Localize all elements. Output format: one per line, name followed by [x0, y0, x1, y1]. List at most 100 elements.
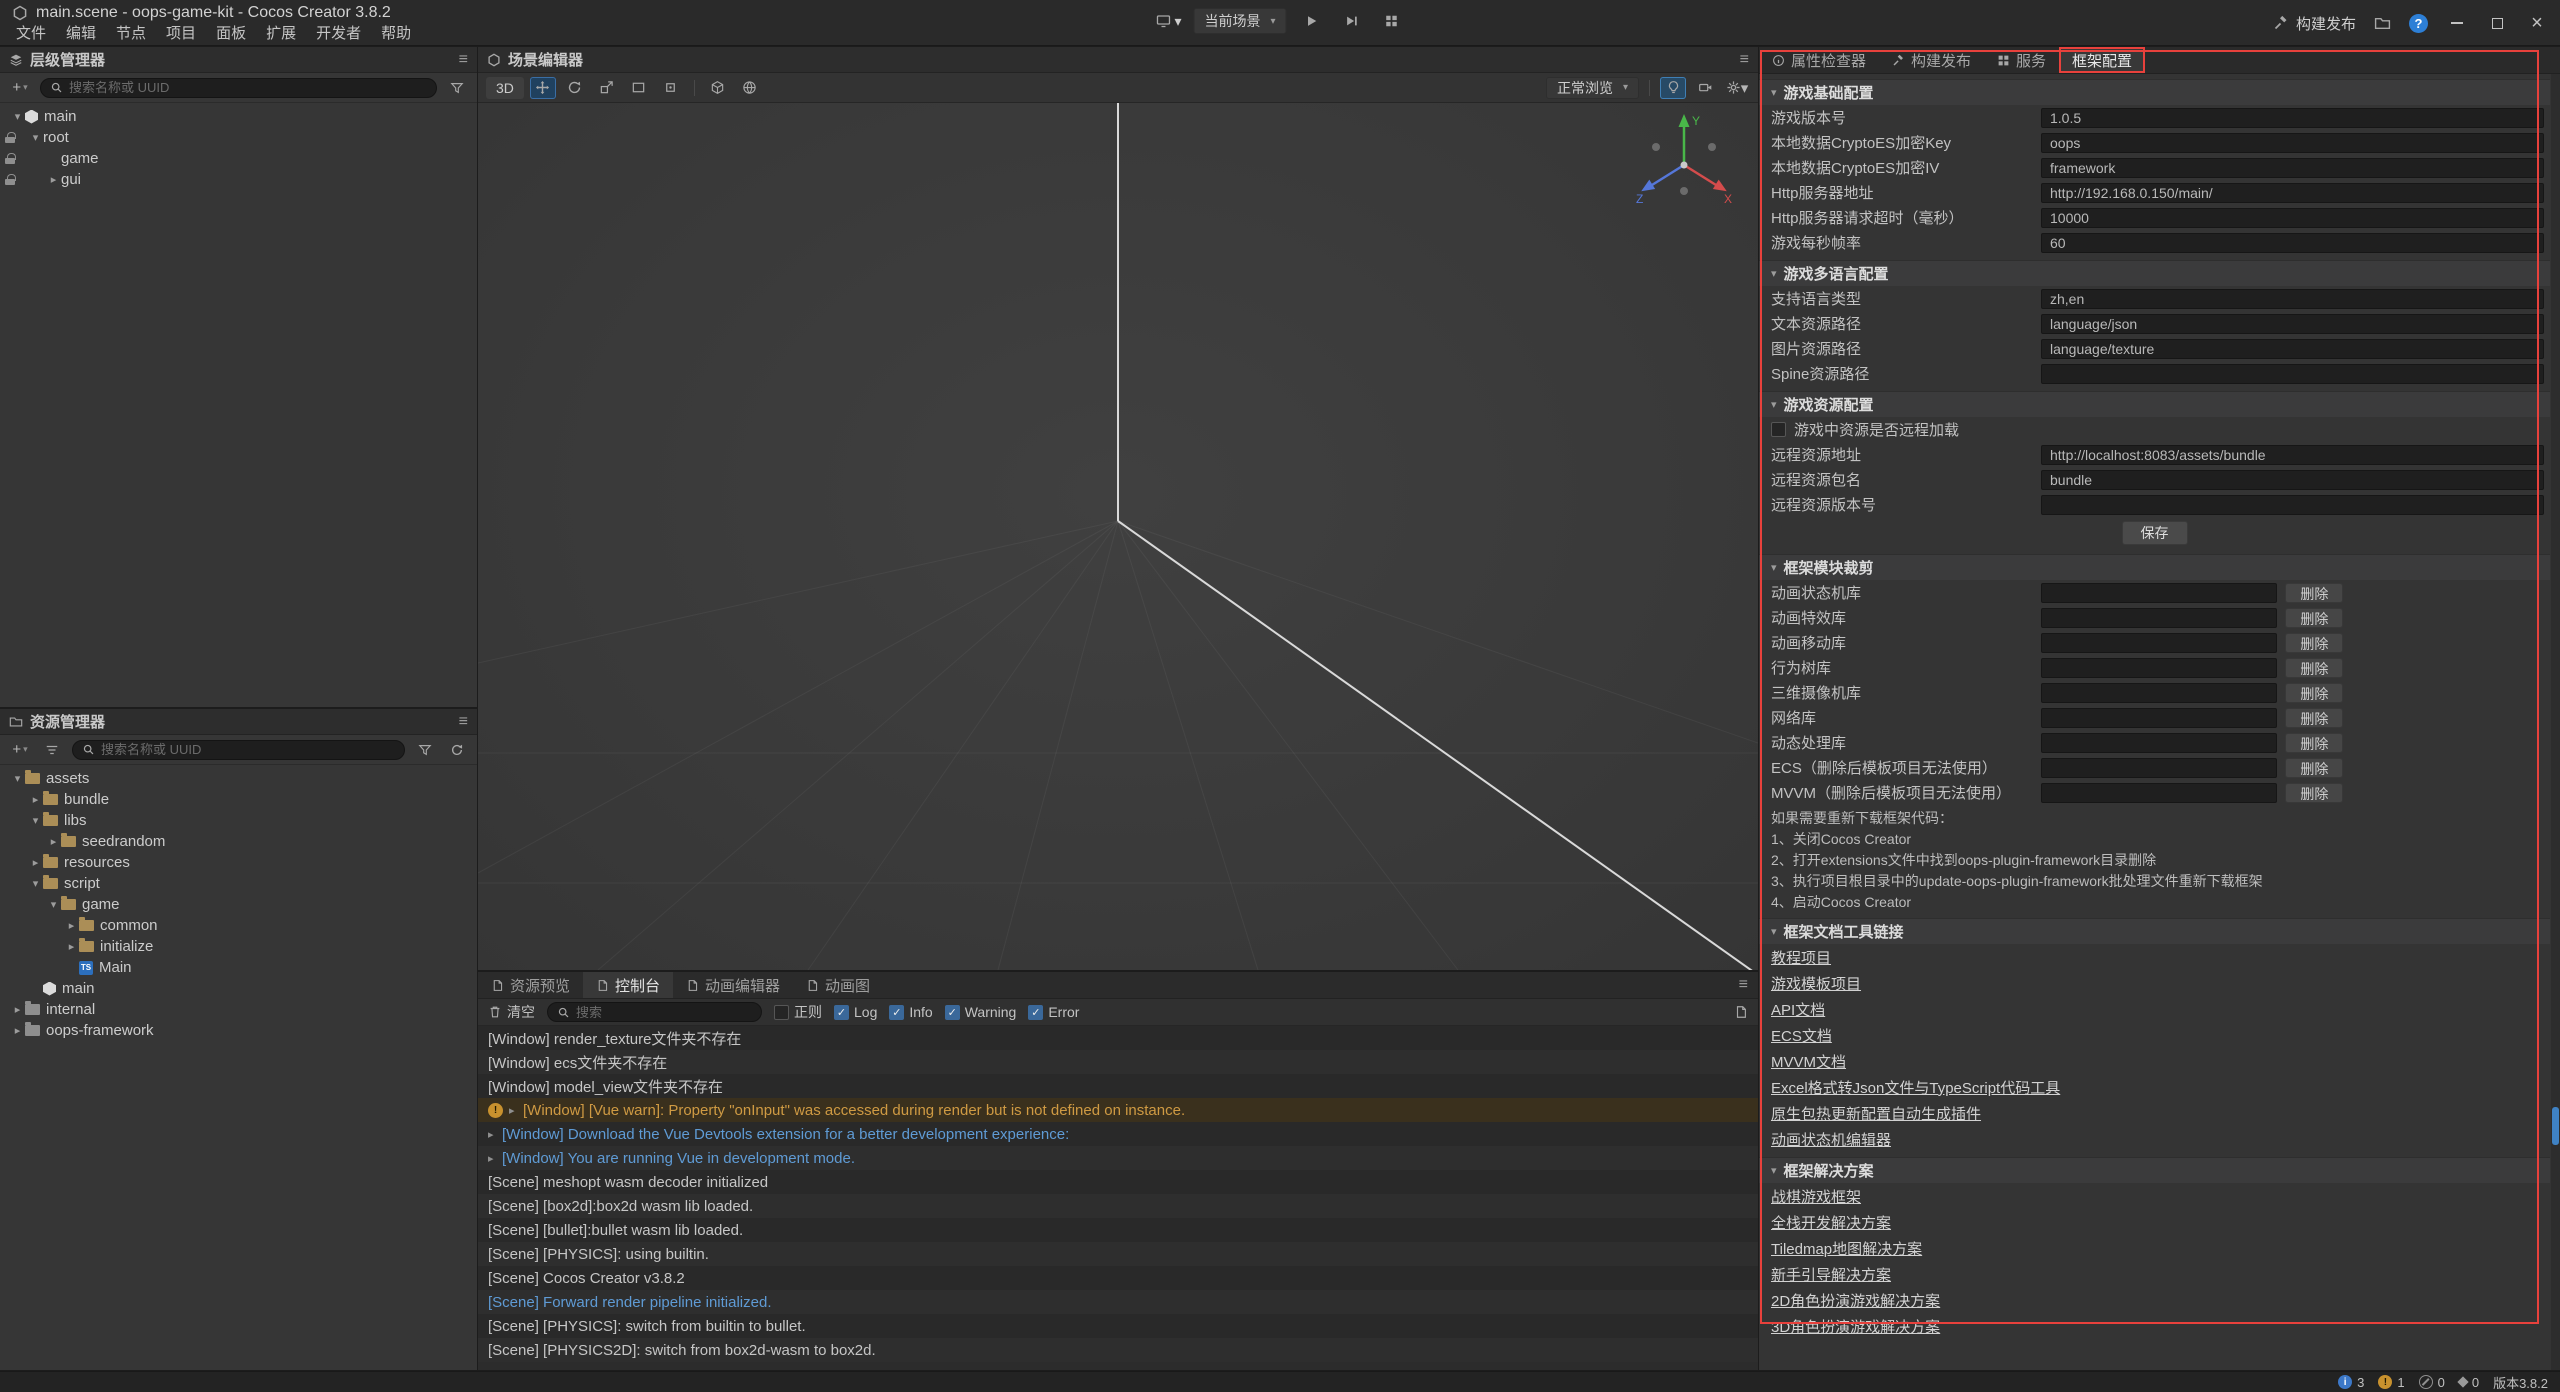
tree-node[interactable]: root: [0, 127, 477, 148]
menu-item[interactable]: 节点: [106, 24, 156, 44]
checkbox-checked-icon[interactable]: [889, 1005, 904, 1020]
inspector-scrollbar[interactable]: [2551, 74, 2560, 1370]
expand-arrow-icon[interactable]: [46, 173, 61, 186]
field-input[interactable]: [2041, 108, 2544, 128]
log-row[interactable]: ! ▸ [Window] model_view文件夹不存在: [478, 1074, 1758, 1098]
regex-toggle[interactable]: 正则: [774, 1002, 822, 1022]
folder-icon[interactable]: [2374, 15, 2391, 32]
tab-framework-config[interactable]: 框架配置: [2059, 47, 2145, 73]
log-filter-toggle[interactable]: Error: [1028, 1004, 1079, 1020]
field-input[interactable]: [2041, 339, 2544, 359]
module-path-input[interactable]: [2041, 733, 2277, 753]
module-path-input[interactable]: [2041, 658, 2277, 678]
section-basic-config[interactable]: ▾ 游戏基础配置: [1759, 79, 2550, 105]
solution-link[interactable]: 3D角色扮演游戏解决方案: [1771, 1316, 1940, 1337]
expand-arrow-icon[interactable]: [28, 814, 43, 827]
warning-counter[interactable]: ! 1: [2378, 1375, 2404, 1390]
console-search-input[interactable]: [576, 1005, 752, 1020]
section-doc-links[interactable]: ▾ 框架文档工具链接: [1759, 918, 2550, 944]
tree-node[interactable]: Main: [0, 957, 477, 978]
console-tab[interactable]: 控制台: [583, 972, 673, 998]
asset-counter[interactable]: 0: [2459, 1375, 2479, 1390]
scale-tool-button[interactable]: [594, 77, 620, 99]
log-row[interactable]: ! ▸ [Window] ecs文件夹不存在: [478, 1050, 1758, 1074]
solution-link[interactable]: 新手引导解决方案: [1771, 1264, 1891, 1285]
field-input[interactable]: [2041, 495, 2544, 515]
3d-toggle-button[interactable]: 3D: [486, 77, 524, 99]
filter-button[interactable]: [413, 740, 437, 760]
module-path-input[interactable]: [2041, 683, 2277, 703]
info-counter[interactable]: i 3: [2338, 1375, 2364, 1390]
menu-item[interactable]: 扩展: [256, 24, 306, 44]
section-solutions[interactable]: ▾ 框架解决方案: [1759, 1157, 2550, 1183]
checkbox-checked-icon[interactable]: [1028, 1005, 1043, 1020]
menu-item[interactable]: 文件: [6, 24, 56, 44]
doc-link[interactable]: 原生包热更新配置自动生成插件: [1771, 1103, 1981, 1124]
add-asset-button[interactable]: +▾: [8, 740, 32, 760]
filter-button[interactable]: [445, 78, 469, 98]
tree-node[interactable]: resources: [0, 852, 477, 873]
expand-caret-icon[interactable]: ▸: [488, 1152, 502, 1165]
expand-arrow-icon[interactable]: [28, 877, 43, 890]
tree-node[interactable]: bundle: [0, 789, 477, 810]
preview-target-button[interactable]: ▾: [1153, 8, 1183, 34]
sort-button[interactable]: [40, 740, 64, 760]
tree-node[interactable]: main: [0, 106, 477, 127]
add-node-button[interactable]: +▾: [8, 78, 32, 98]
module-path-input[interactable]: [2041, 633, 2277, 653]
log-row[interactable]: ! ▸ [Window] Download the Vue Devtools e…: [478, 1122, 1758, 1146]
doc-link[interactable]: Excel格式转Json文件与TypeScript代码工具: [1771, 1077, 2060, 1098]
delete-button[interactable]: 删除: [2285, 758, 2343, 778]
log-row[interactable]: ! ▸ [Window] You are running Vue in deve…: [478, 1146, 1758, 1170]
tree-node[interactable]: initialize: [0, 936, 477, 957]
panel-menu-icon[interactable]: ≡: [1739, 976, 1748, 994]
assets-search-input[interactable]: [101, 742, 395, 757]
doc-link[interactable]: MVVM文档: [1771, 1051, 1846, 1072]
lock-icon[interactable]: [5, 132, 15, 144]
menu-item[interactable]: 项目: [156, 24, 206, 44]
pivot-toggle-button[interactable]: [705, 77, 731, 99]
expand-arrow-icon[interactable]: [46, 898, 61, 911]
delete-button[interactable]: 删除: [2285, 683, 2343, 703]
step-button[interactable]: [1337, 8, 1367, 34]
coordinate-toggle-button[interactable]: [737, 77, 763, 99]
menu-item[interactable]: 开发者: [306, 24, 371, 44]
log-row[interactable]: ! ▸ [Scene] Cocos Creator v3.8.2: [478, 1266, 1758, 1290]
delete-button[interactable]: 删除: [2285, 783, 2343, 803]
module-path-input[interactable]: [2041, 758, 2277, 778]
rect-tool-button[interactable]: [626, 77, 652, 99]
solution-link[interactable]: 战棋游戏框架: [1771, 1186, 1861, 1207]
view-mode-dropdown[interactable]: 正常浏览 ▾: [1546, 77, 1639, 99]
close-button[interactable]: ×: [2526, 12, 2548, 34]
solution-link[interactable]: 2D角色扮演游戏解决方案: [1771, 1290, 1940, 1311]
rotate-tool-button[interactable]: [562, 77, 588, 99]
expand-arrow-icon[interactable]: [10, 1003, 25, 1016]
log-row[interactable]: ! ▸ [Scene] [box2d]:box2d wasm lib loade…: [478, 1194, 1758, 1218]
delete-button[interactable]: 删除: [2285, 708, 2343, 728]
maximize-button[interactable]: [2486, 12, 2508, 34]
expand-arrow-icon[interactable]: [28, 131, 43, 144]
field-input[interactable]: [2041, 445, 2544, 465]
solution-link[interactable]: Tiledmap地图解决方案: [1771, 1238, 1922, 1259]
console-tab[interactable]: 资源预览: [478, 972, 583, 998]
console-tab[interactable]: 动画编辑器: [673, 972, 793, 998]
scene-settings-button[interactable]: ▾: [1724, 77, 1750, 99]
remote-load-checkbox[interactable]: [1771, 422, 1786, 437]
tree-node[interactable]: common: [0, 915, 477, 936]
scene-light-button[interactable]: [1660, 77, 1686, 99]
tab-property-inspector[interactable]: 属性检查器: [1759, 47, 1879, 73]
expand-arrow-icon[interactable]: [64, 940, 79, 953]
delete-button[interactable]: 删除: [2285, 733, 2343, 753]
module-path-input[interactable]: [2041, 708, 2277, 728]
doc-link[interactable]: 教程项目: [1771, 947, 1831, 968]
field-input[interactable]: [2041, 314, 2544, 334]
tree-node[interactable]: script: [0, 873, 477, 894]
log-row[interactable]: ! ▸ [Scene] [PHYSICS2D]: switch from box…: [478, 1338, 1758, 1362]
module-path-input[interactable]: [2041, 583, 2277, 603]
field-input[interactable]: [2041, 470, 2544, 490]
save-button[interactable]: 保存: [2122, 521, 2188, 545]
log-row[interactable]: ! ▸ [Window] render_texture文件夹不存在: [478, 1026, 1758, 1050]
menu-item[interactable]: 帮助: [371, 24, 421, 44]
panel-menu-icon[interactable]: ≡: [1740, 51, 1749, 69]
tab-services[interactable]: 服务: [1984, 47, 2059, 73]
